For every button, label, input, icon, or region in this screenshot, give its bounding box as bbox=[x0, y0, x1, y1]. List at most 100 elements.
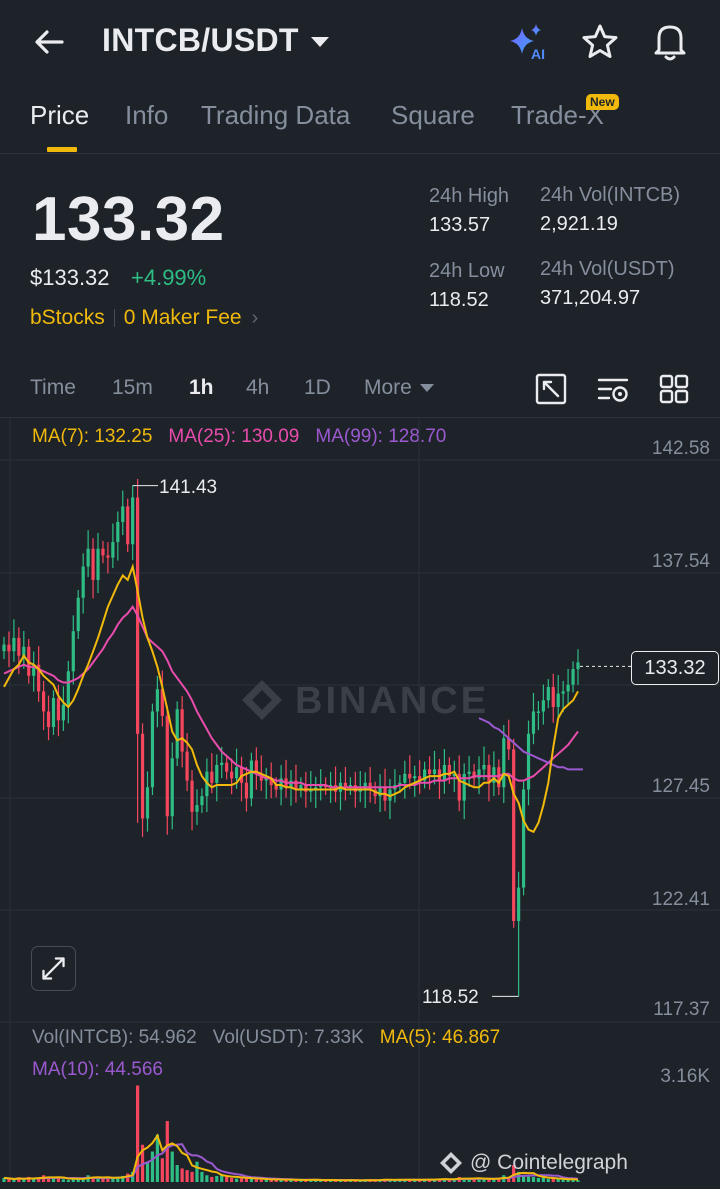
ai-sparkle-icon[interactable]: AI bbox=[508, 22, 552, 62]
candle-body bbox=[442, 764, 446, 781]
candle-body bbox=[155, 689, 159, 712]
candle-body bbox=[447, 764, 451, 777]
candle-body bbox=[46, 711, 51, 728]
expand-icon[interactable] bbox=[31, 946, 76, 991]
volume-bar bbox=[418, 1180, 422, 1182]
volume-bar bbox=[81, 1178, 85, 1182]
candle-body bbox=[546, 686, 550, 701]
volume-bar bbox=[259, 1179, 263, 1182]
candle-body bbox=[462, 773, 466, 801]
tf-1d[interactable]: 1D bbox=[304, 376, 331, 400]
candle-body bbox=[328, 785, 333, 788]
tf-time[interactable]: Time bbox=[30, 376, 76, 400]
ma25-line bbox=[3, 604, 579, 789]
candle-body bbox=[86, 548, 90, 567]
volume-bar bbox=[452, 1179, 456, 1182]
candle-body bbox=[467, 771, 471, 774]
ma-lines bbox=[3, 562, 583, 834]
fullscreen-chart-icon[interactable] bbox=[534, 372, 568, 406]
maker-fee: 0 Maker Fee bbox=[123, 306, 242, 329]
top-bar: INTCB/USDT AI bbox=[0, 0, 720, 84]
volume-bar bbox=[269, 1178, 273, 1182]
bstocks-link[interactable]: bStocks 0 Maker Fee › bbox=[30, 306, 258, 330]
volume-bar bbox=[393, 1180, 397, 1182]
pair-selector[interactable]: INTCB/USDT bbox=[102, 22, 329, 59]
candle-body bbox=[160, 689, 164, 716]
volume-bar bbox=[403, 1179, 407, 1182]
candle-body bbox=[541, 700, 545, 712]
candle-body bbox=[101, 548, 105, 556]
candle-body bbox=[56, 698, 61, 721]
tf-more[interactable]: More bbox=[364, 376, 434, 400]
candle-body bbox=[289, 780, 293, 788]
volume-bar bbox=[309, 1179, 313, 1182]
candle-body bbox=[427, 769, 432, 774]
volume-bar bbox=[492, 1179, 496, 1182]
volume-bar bbox=[571, 1178, 575, 1182]
volume-bar bbox=[447, 1179, 451, 1182]
tf-4h[interactable]: 4h bbox=[246, 376, 269, 400]
volume-bar bbox=[17, 1177, 21, 1182]
volume-bar bbox=[195, 1161, 199, 1182]
tf-15m[interactable]: 15m bbox=[112, 376, 153, 400]
y-tick: 137.54 bbox=[651, 551, 710, 572]
indicator-settings-icon[interactable] bbox=[596, 372, 630, 406]
volume-bar bbox=[358, 1180, 362, 1182]
volume-bar bbox=[299, 1179, 303, 1182]
volume-bar bbox=[319, 1180, 323, 1182]
tab-square[interactable]: Square bbox=[391, 100, 475, 131]
volume-bar bbox=[111, 1178, 115, 1182]
bell-icon[interactable] bbox=[650, 20, 690, 62]
tf-1h[interactable]: 1h bbox=[189, 376, 214, 400]
candlestick-chart[interactable]: BINANCE bbox=[0, 0, 720, 1189]
new-badge: New bbox=[586, 94, 619, 110]
binance-logo-icon bbox=[242, 680, 282, 720]
volume-bar bbox=[398, 1179, 402, 1182]
tab-info[interactable]: Info bbox=[125, 100, 168, 131]
volume-bar bbox=[561, 1179, 565, 1182]
volume-bar bbox=[205, 1175, 209, 1182]
candle-body bbox=[497, 767, 501, 788]
volume-bar bbox=[61, 1179, 65, 1182]
volume-bar bbox=[531, 1176, 536, 1182]
y-tick: 117.37 bbox=[653, 999, 710, 1020]
tab-trading-data[interactable]: Trading Data bbox=[201, 100, 350, 131]
tab-price[interactable]: Price bbox=[30, 100, 89, 131]
candle-body bbox=[27, 646, 31, 676]
candle-body bbox=[215, 764, 219, 783]
volume-bar bbox=[482, 1178, 486, 1182]
volume-bar bbox=[254, 1179, 258, 1182]
candle-body bbox=[230, 771, 234, 779]
volume-bar bbox=[408, 1179, 412, 1182]
y-tick: 142.58 bbox=[651, 438, 710, 459]
candle-body bbox=[2, 644, 6, 652]
candle-body bbox=[200, 796, 204, 806]
volume-bar bbox=[536, 1177, 541, 1182]
candle-body bbox=[299, 785, 303, 790]
candle-body bbox=[225, 762, 229, 772]
candle-body bbox=[234, 767, 239, 779]
candle-body bbox=[333, 785, 338, 792]
back-arrow-icon[interactable] bbox=[30, 22, 70, 62]
vol-base: Vol(INTCB): 54.962 bbox=[32, 1027, 197, 1048]
volume-bar bbox=[383, 1179, 387, 1182]
star-icon[interactable] bbox=[580, 22, 620, 62]
volume-bar bbox=[22, 1179, 26, 1182]
candle-body bbox=[111, 542, 115, 558]
candle-body bbox=[338, 782, 343, 792]
volume-bar bbox=[37, 1178, 41, 1182]
candle-body bbox=[571, 669, 575, 685]
y-tick: 127.45 bbox=[651, 776, 710, 797]
volume-bar bbox=[190, 1171, 194, 1182]
volume-bar bbox=[86, 1175, 90, 1182]
volume-bar bbox=[225, 1176, 229, 1182]
candle-body bbox=[413, 776, 417, 779]
candle-body bbox=[507, 738, 511, 750]
candle-body bbox=[452, 773, 456, 777]
candle-body bbox=[220, 762, 224, 765]
candle-body bbox=[274, 785, 278, 790]
candle-body bbox=[106, 555, 110, 558]
candle-body bbox=[423, 769, 427, 781]
grid-layout-icon[interactable] bbox=[657, 372, 691, 406]
volume-bar bbox=[284, 1179, 288, 1182]
